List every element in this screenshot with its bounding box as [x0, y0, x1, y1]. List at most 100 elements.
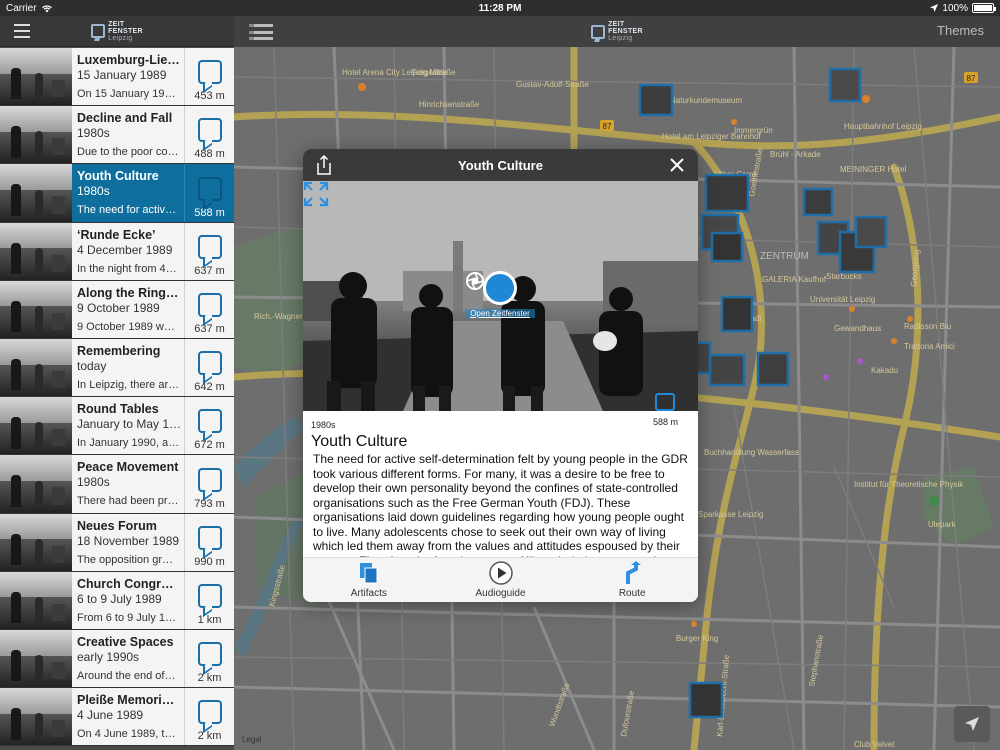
map-label: Sparkasse Leipzig: [698, 510, 763, 519]
item-title: Neues Forum: [77, 518, 157, 533]
tab-route[interactable]: Route: [566, 558, 698, 602]
documents-icon: [359, 563, 378, 584]
header-logo: ZEIT FENSTER Leipzig: [591, 21, 643, 42]
item-snippet: In the night from 4…: [77, 262, 177, 275]
item-date: 1980s: [77, 126, 110, 141]
map-label: Trattoria Amici: [904, 342, 955, 351]
item-title: ‘Runde Ecke’: [77, 227, 156, 242]
list-item[interactable]: Creative Spaces early 1990s Around the end…: [0, 629, 234, 689]
item-distance: 1 km: [197, 613, 222, 626]
distance-cell: 637 m: [184, 222, 234, 280]
thumbnail-photo: [0, 164, 72, 222]
item-distance: 2 km: [197, 672, 222, 685]
list-item[interactable]: Church Congress 6 to 9 July 1989 From 6 to…: [0, 571, 234, 630]
list-view-icon[interactable]: [249, 24, 273, 40]
item-snippet: In Leipzig, there ar…: [77, 378, 180, 391]
distance-cell: 453 m: [184, 48, 234, 106]
map-label: Immergrün: [734, 126, 773, 135]
detail-modal: Youth Culture Open Zeitfenster 1980s 588…: [303, 149, 698, 602]
distance-cell: 588 m: [184, 164, 234, 222]
distance-cell: 2 km: [184, 688, 234, 746]
speech-bubble-icon: [197, 583, 222, 608]
item-distance: 642 m: [194, 381, 225, 394]
open-zeitfenster-label: Open Zeitfenster: [465, 309, 535, 318]
item-date: 1980s: [77, 475, 110, 490]
status-bar: Carrier 11:28 PM 100%: [0, 0, 1000, 16]
info-strip: 1980s 588 m: [303, 393, 698, 433]
app-logo: ZEIT FENSTER Leipzig: [91, 21, 143, 42]
speech-bubble-icon: [197, 409, 222, 434]
clock: 11:28 PM: [478, 2, 522, 14]
distance-cell: 793 m: [184, 455, 234, 513]
item-title: Luxemburg-Lie…: [77, 53, 180, 67]
content-text[interactable]: The need for active self-determination f…: [313, 452, 689, 557]
item-title: Creative Spaces: [77, 634, 174, 649]
list-item[interactable]: Pleiße Memorial… 4 June 1989 On 4 June 198…: [0, 688, 234, 747]
menu-icon[interactable]: [14, 24, 30, 38]
item-distance: 672 m: [194, 439, 225, 452]
road-badge: 87: [967, 74, 976, 83]
distance-cell: 672 m: [184, 397, 234, 455]
item-distance: 453 m: [194, 90, 225, 103]
modal-tab-bar: Artifacts Audioguide Route: [303, 557, 698, 602]
locate-me-button[interactable]: [954, 706, 990, 742]
speech-bubble-icon: [197, 118, 222, 143]
item-title: Church Congress: [77, 576, 180, 591]
item-date: January to May 1…: [77, 417, 180, 432]
themes-button[interactable]: Themes: [937, 23, 984, 38]
item-snippet: In January 1990, af…: [77, 437, 180, 450]
battery-icon: [972, 3, 996, 13]
historic-photo[interactable]: Open Zeitfenster: [303, 181, 698, 411]
item-distance: 588 m: [194, 206, 225, 219]
list-item[interactable]: Luxemburg-Lie… 15 January 1989 On 15 Janua…: [0, 48, 234, 107]
list-item[interactable]: Round Tables January to May 1… In January …: [0, 397, 234, 456]
map-label: Ulepark: [928, 520, 957, 529]
fullscreen-icon[interactable]: [303, 181, 329, 207]
wifi-icon: [41, 4, 52, 12]
distance-cell: 642 m: [184, 338, 234, 397]
map-label: Fregestraße: [412, 68, 456, 77]
item-title: Along the Ring…: [77, 285, 179, 300]
speech-bubble-icon: [197, 351, 222, 376]
item-date: 1980s: [77, 184, 110, 199]
item-date: 15 January 1989: [77, 68, 167, 82]
tab-artifacts[interactable]: Artifacts: [303, 558, 435, 602]
speech-bubble-icon: [197, 525, 222, 550]
list-item[interactable]: Neues Forum 18 November 1989 The oppositio…: [0, 513, 234, 572]
item-title: Round Tables: [77, 402, 159, 417]
carrier-label: Carrier: [6, 2, 37, 14]
item-distance: 637 m: [194, 264, 225, 277]
item-date: 4 December 1989: [77, 242, 173, 257]
list-item[interactable]: Remembering today In Leipzig, there ar… 642…: [0, 338, 234, 398]
list-item[interactable]: ‘Runde Ecke’ 4 December 1989 In the night …: [0, 222, 234, 281]
tab-audioguide[interactable]: Audioguide: [435, 558, 567, 602]
item-snippet: Due to the poor co…: [77, 146, 179, 159]
thumbnail-photo: [0, 688, 72, 746]
aperture-icon: [466, 271, 517, 305]
tab-label: Route: [618, 588, 646, 599]
item-date: 4 June 1989: [77, 708, 144, 723]
open-zeitfenster-button[interactable]: Open Zeitfenster: [465, 271, 535, 318]
thumbnail-photo: [0, 222, 72, 280]
location-arrow-icon: [930, 4, 939, 12]
list-item[interactable]: Along the Ring… 9 October 1989 9 October 1…: [0, 280, 234, 339]
map-label: Gewandhaus: [834, 324, 881, 333]
item-snippet: Around the end of…: [77, 669, 176, 682]
thumbnail-photo: [0, 455, 72, 513]
location-arrow-icon: [965, 717, 979, 731]
legal-link[interactable]: Legal: [242, 735, 262, 744]
distance-label: 588 m: [652, 417, 678, 427]
speech-bubble-icon: [197, 234, 222, 259]
list-item[interactable]: Decline and Fall 1980s Due to the poor co……: [0, 106, 234, 165]
share-icon[interactable]: [315, 155, 333, 175]
route-icon: [626, 561, 642, 584]
item-title: Decline and Fall: [77, 111, 173, 126]
list-item[interactable]: Youth Culture 1980s The need for activ… 588…: [0, 164, 234, 223]
sidebar: ZEIT FENSTER Leipzig Luxemburg-Lie… 15 Ja…: [0, 16, 234, 750]
item-distance: 793 m: [194, 497, 225, 510]
list-item[interactable]: Peace Movement 1980s There had been pr… 793…: [0, 455, 234, 514]
play-icon: [488, 561, 513, 585]
close-icon[interactable]: [668, 156, 686, 174]
item-snippet: From 6 to 9 July 19…: [77, 611, 180, 624]
map-label: Naturkundemuseum: [670, 96, 742, 105]
